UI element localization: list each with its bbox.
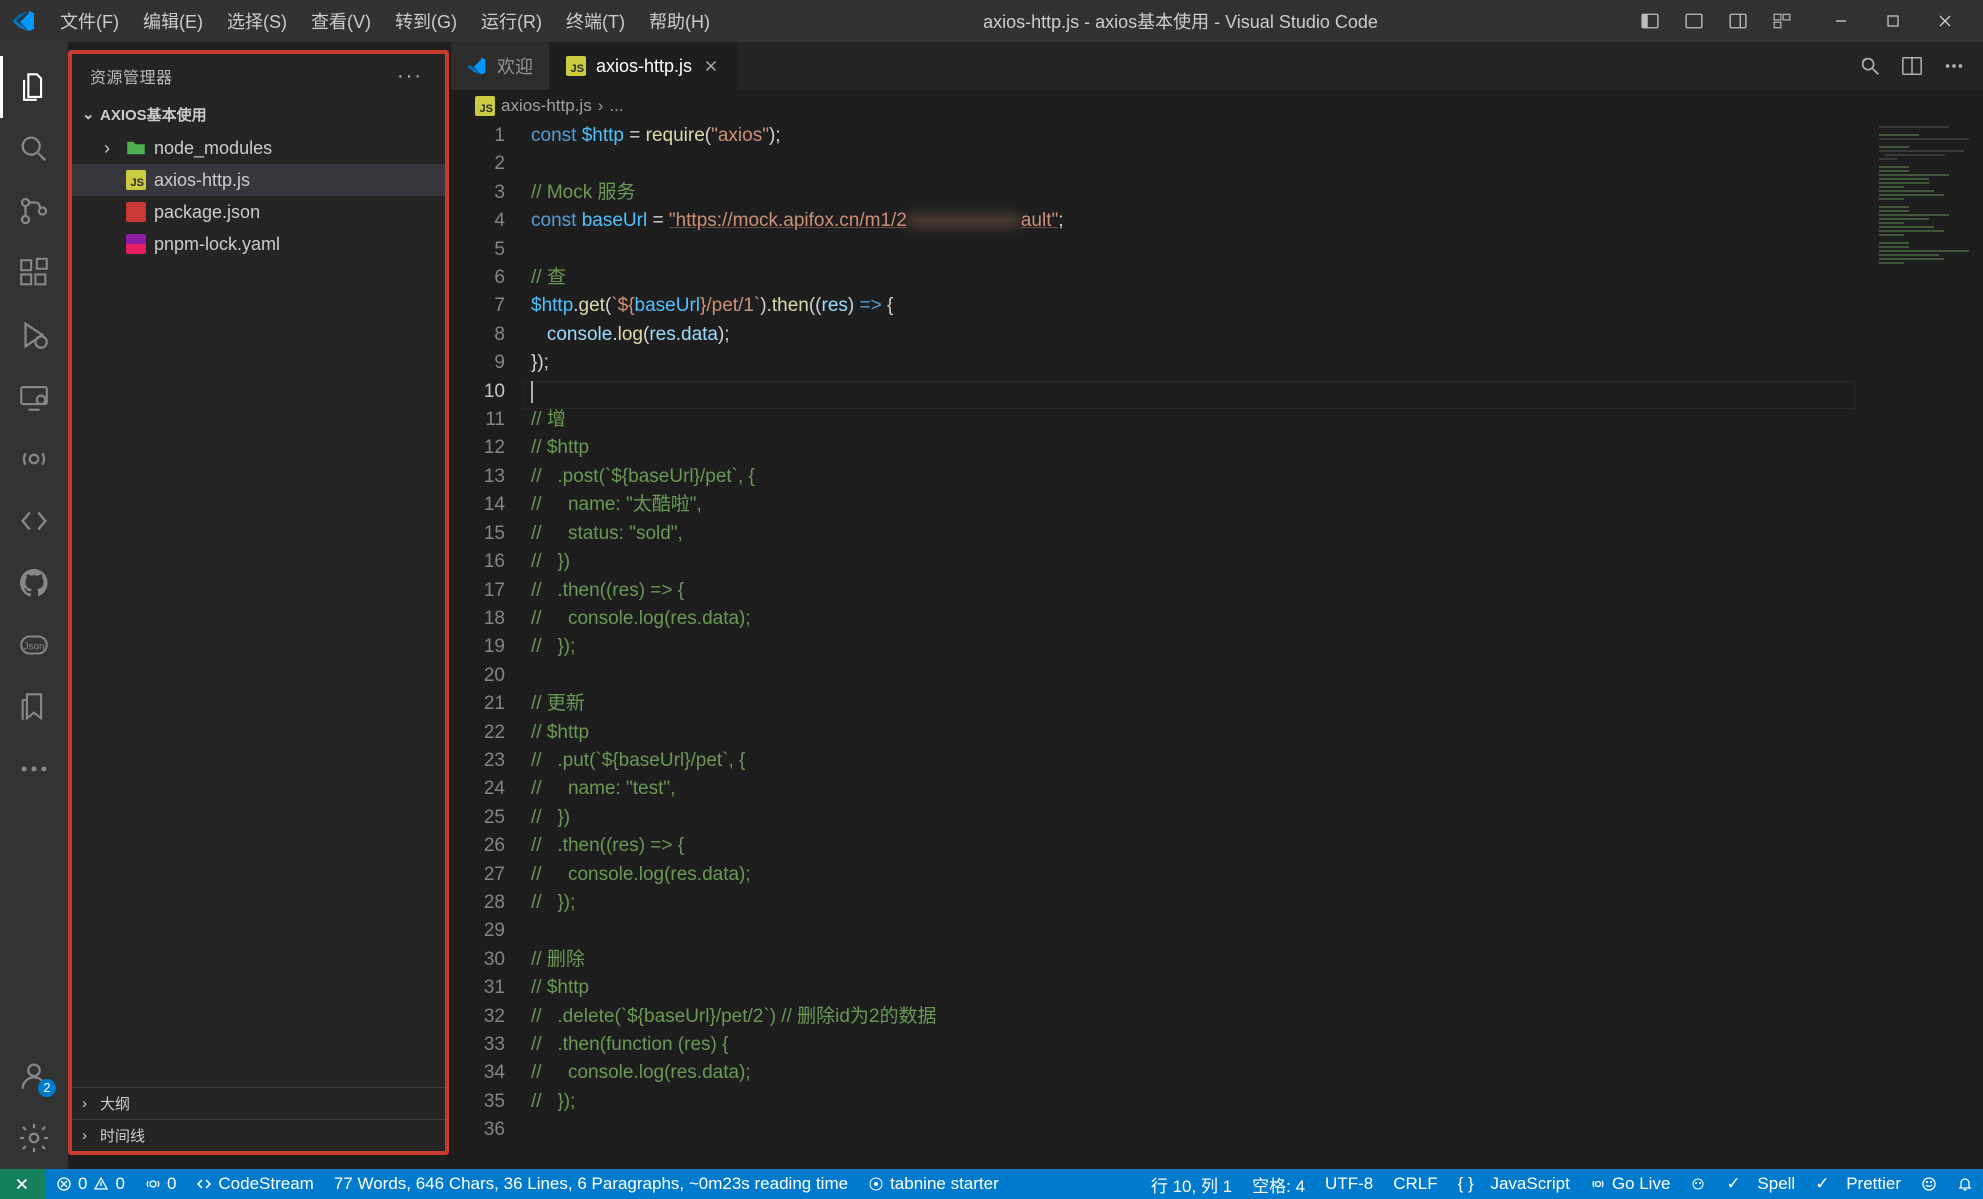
tree-item[interactable]: pnpm-lock.yaml — [72, 228, 445, 260]
activity-github[interactable] — [0, 552, 68, 614]
status-indent[interactable]: 空格: 4 — [1242, 1169, 1315, 1199]
editor-tab[interactable]: JSaxios-http.js — [550, 42, 737, 90]
minimap[interactable] — [1873, 122, 1983, 1169]
vscode-logo-icon — [12, 9, 36, 33]
editor-tab[interactable]: 欢迎 — [451, 42, 550, 90]
activity-json[interactable]: Json — [0, 614, 68, 676]
breadcrumb[interactable]: JS axios-http.js › ... — [451, 90, 1983, 122]
status-tabnine[interactable]: tabnine starter — [858, 1169, 1009, 1199]
activity-bookmarks[interactable] — [0, 676, 68, 738]
close-button[interactable] — [1919, 0, 1971, 42]
tree-item[interactable]: package.json — [72, 196, 445, 228]
status-ports[interactable]: 0 — [135, 1169, 186, 1199]
menu-item[interactable]: 查看(V) — [301, 4, 381, 38]
sidebar-title: 资源管理器 — [90, 64, 173, 88]
status-quokka[interactable] — [1680, 1169, 1716, 1199]
menu-item[interactable]: 选择(S) — [217, 4, 297, 38]
status-eol[interactable]: CRLF — [1383, 1169, 1447, 1199]
chevron-right-icon: › — [82, 1127, 100, 1144]
split-editor-icon[interactable] — [1901, 55, 1923, 77]
js-icon: JS — [475, 96, 495, 116]
timeline-section[interactable]: ›时间线 — [72, 1119, 445, 1151]
code-content[interactable]: const $http = require("axios"); // Mock … — [531, 122, 1873, 1169]
svg-text:Json: Json — [24, 641, 45, 652]
sidebar-more-icon[interactable]: ··· — [397, 65, 423, 88]
menu-item[interactable]: 转到(G) — [385, 4, 467, 38]
activity-live[interactable] — [0, 428, 68, 490]
account-badge: 2 — [38, 1079, 56, 1097]
activity-run-debug[interactable] — [0, 304, 68, 366]
menu-item[interactable]: 帮助(H) — [639, 4, 720, 38]
editor-area: 欢迎JSaxios-http.js JS axios-http.js › ...… — [451, 42, 1983, 1169]
chevron-right-icon: › — [82, 1095, 100, 1112]
toggle-primary-sidebar-icon[interactable] — [1641, 12, 1659, 30]
maximize-button[interactable] — [1867, 0, 1919, 42]
activity-account[interactable]: 2 — [0, 1045, 68, 1107]
project-name: AXIOS基本使用 — [100, 104, 207, 125]
toggle-secondary-sidebar-icon[interactable] — [1729, 12, 1747, 30]
file-tree: ›node_modulesJSaxios-http.jspackage.json… — [72, 130, 445, 262]
layout-controls — [1641, 12, 1791, 30]
activity-explorer[interactable] — [0, 56, 68, 118]
outline-section[interactable]: ›大纲 — [72, 1087, 445, 1119]
status-bell[interactable] — [1947, 1169, 1983, 1199]
window-title: axios-http.js - axios基本使用 - Visual Studi… — [720, 8, 1641, 34]
remote-button[interactable] — [0, 1169, 46, 1199]
activity-codestream[interactable] — [0, 490, 68, 552]
status-golive[interactable]: Go Live — [1580, 1169, 1681, 1199]
status-prettier[interactable]: ✓ Prettier — [1805, 1169, 1911, 1199]
activity-more[interactable] — [0, 738, 68, 800]
code-editor[interactable]: 1234567891011121314151617181920212223242… — [451, 122, 1983, 1169]
editor-more-icon[interactable] — [1943, 55, 1965, 77]
find-icon[interactable] — [1859, 55, 1881, 77]
status-word-count[interactable]: 77 Words, 646 Chars, 36 Lines, 6 Paragra… — [324, 1169, 858, 1199]
status-language[interactable]: { } JavaScript — [1448, 1169, 1580, 1199]
customize-layout-icon[interactable] — [1773, 12, 1791, 30]
tree-item[interactable]: ›node_modules — [72, 132, 445, 164]
tree-item[interactable]: JSaxios-http.js — [72, 164, 445, 196]
status-problems[interactable]: 0 0 — [46, 1169, 135, 1199]
close-icon[interactable] — [702, 57, 720, 75]
menu-item[interactable]: 编辑(E) — [133, 4, 213, 38]
activity-extensions[interactable] — [0, 242, 68, 304]
explorer-sidebar: 资源管理器 ··· ⌄ AXIOS基本使用 ›node_modulesJSaxi… — [68, 50, 449, 1155]
status-feedback[interactable] — [1911, 1169, 1947, 1199]
status-bar: 0 0 0 CodeStream 77 Words, 646 Chars, 36… — [0, 1169, 1983, 1199]
status-codestream[interactable]: CodeStream — [186, 1169, 323, 1199]
status-encoding[interactable]: UTF-8 — [1315, 1169, 1383, 1199]
chevron-down-icon: ⌄ — [82, 105, 100, 123]
menu-item[interactable]: 运行(R) — [471, 4, 552, 38]
project-header[interactable]: ⌄ AXIOS基本使用 — [72, 98, 445, 130]
status-spell[interactable]: ✓ Spell — [1716, 1169, 1805, 1199]
activity-settings[interactable] — [0, 1107, 68, 1169]
status-cursor[interactable]: 行 10, 列 1 — [1141, 1169, 1242, 1199]
title-bar: 文件(F)编辑(E)选择(S)查看(V)转到(G)运行(R)终端(T)帮助(H)… — [0, 0, 1983, 42]
toggle-panel-icon[interactable] — [1685, 12, 1703, 30]
menu-bar: 文件(F)编辑(E)选择(S)查看(V)转到(G)运行(R)终端(T)帮助(H) — [50, 4, 720, 38]
activity-remote[interactable] — [0, 366, 68, 428]
activity-bar: Json 2 — [0, 42, 68, 1169]
line-gutter: 1234567891011121314151617181920212223242… — [451, 122, 531, 1169]
activity-scm[interactable] — [0, 180, 68, 242]
tab-bar: 欢迎JSaxios-http.js — [451, 42, 1983, 90]
menu-item[interactable]: 终端(T) — [556, 4, 635, 38]
activity-search[interactable] — [0, 118, 68, 180]
menu-item[interactable]: 文件(F) — [50, 4, 129, 38]
minimize-button[interactable] — [1815, 0, 1867, 42]
